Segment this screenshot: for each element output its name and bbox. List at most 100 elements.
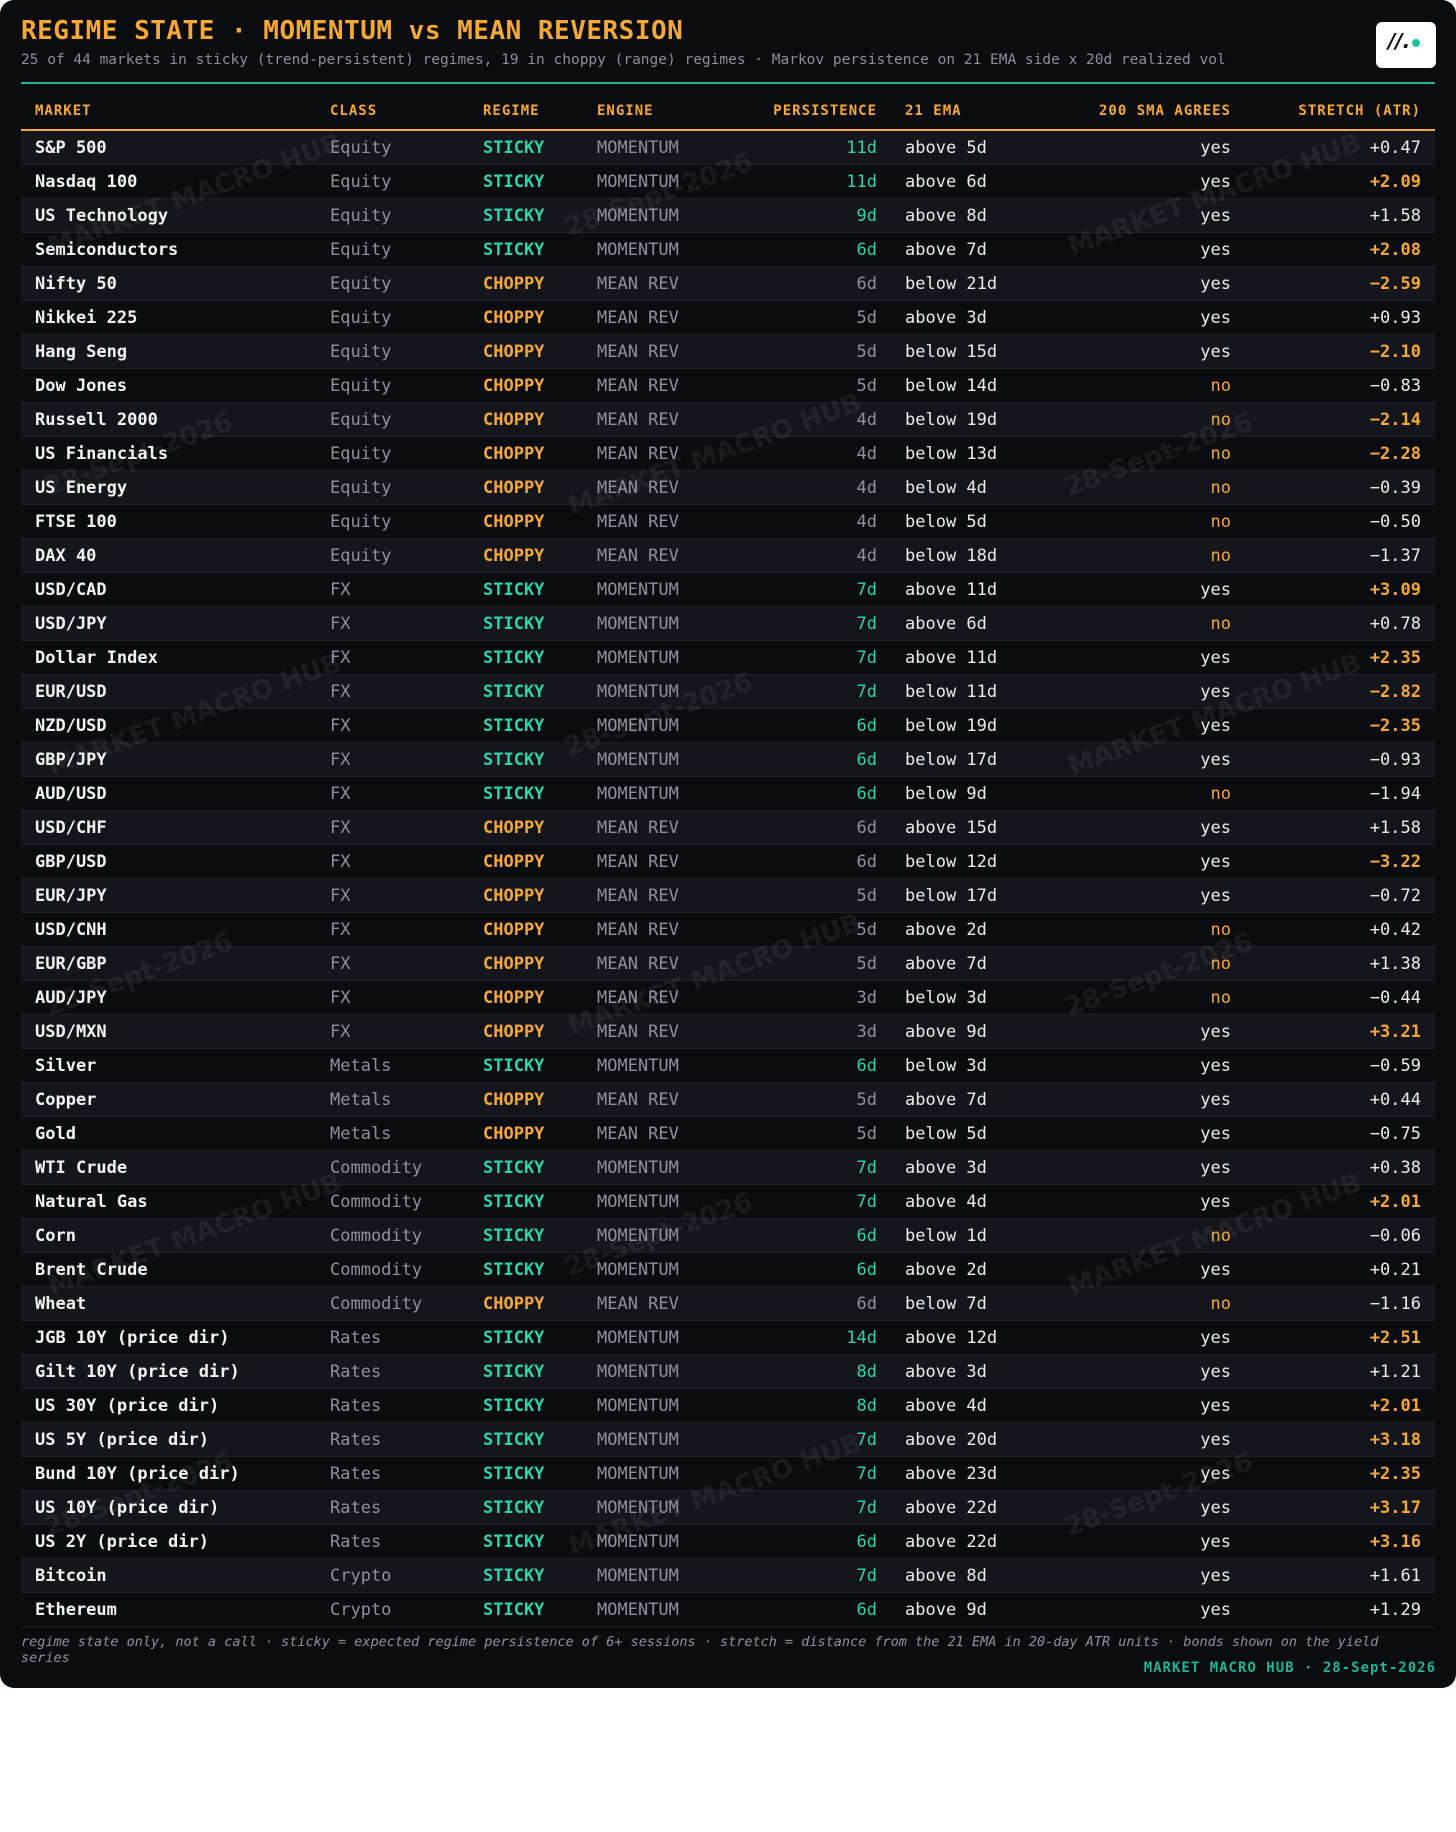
cell-persistence: 6d [856,784,877,804]
cell-regime: STICKY [483,1260,545,1280]
cell-market: EUR/USD [35,682,107,702]
cell-stretch-atr: +2.08 [1369,240,1421,260]
cell-engine: MOMENTUM [597,1532,679,1552]
cell-persistence: 3d [856,988,877,1008]
cell-engine: MEAN REV [597,410,679,430]
cell-sma200-agrees: yes [1200,138,1231,158]
cell-ema21: below 12d [905,852,998,872]
cell-engine: MOMENTUM [597,1056,679,1076]
cell-persistence: 7d [856,1430,877,1450]
cell-stretch-atr: +3.21 [1369,1022,1421,1042]
cell-market: US 5Y (price dir) [35,1430,209,1450]
cell-regime: STICKY [483,716,545,736]
cell-regime: CHOPPY [483,478,545,498]
cell-regime: STICKY [483,1430,545,1450]
cell-sma200-agrees: yes [1200,1056,1231,1076]
cell-market: Bitcoin [35,1566,107,1586]
cell-class: FX [330,852,351,872]
table-row: EUR/JPY FX CHOPPY MEAN REV 5d below 17d yes −0.… [21,879,1435,913]
cell-stretch-atr: +1.61 [1369,1566,1421,1586]
cell-stretch-atr: +0.38 [1369,1158,1421,1178]
cell-market: EUR/JPY [35,886,107,906]
cell-persistence: 6d [856,1226,877,1246]
cell-class: Commodity [330,1260,423,1280]
logo-dot-icon [1412,39,1420,47]
cell-class: FX [330,1022,351,1042]
cell-market: US 30Y (price dir) [35,1396,220,1416]
cell-engine: MEAN REV [597,546,679,566]
cell-ema21: above 5d [905,138,987,158]
cell-engine: MOMENTUM [597,1328,679,1348]
cell-market: US 10Y (price dir) [35,1498,220,1518]
cell-sma200-agrees: no [1210,444,1231,464]
cell-engine: MOMENTUM [597,1566,679,1586]
cell-persistence: 7d [856,1566,877,1586]
column-header-engine: ENGINE [597,103,654,119]
cell-persistence: 6d [856,852,877,872]
cell-sma200-agrees: no [1210,784,1231,804]
cell-market: Dow Jones [35,376,128,396]
cell-ema21: below 1d [905,1226,987,1246]
cell-ema21: above 7d [905,240,987,260]
cell-regime: STICKY [483,1158,545,1178]
cell-sma200-agrees: yes [1200,1158,1231,1178]
cell-ema21: below 3d [905,988,987,1008]
cell-regime: STICKY [483,1396,545,1416]
cell-market: Nikkei 225 [35,308,138,328]
cell-sma200-agrees: yes [1200,1600,1231,1620]
cell-engine: MEAN REV [597,478,679,498]
cell-stretch-atr: −0.50 [1369,512,1421,532]
cell-sma200-agrees: yes [1200,1532,1231,1552]
cell-sma200-agrees: yes [1200,1362,1231,1382]
cell-class: Commodity [330,1294,423,1314]
cell-class: Metals [330,1090,392,1110]
cell-sma200-agrees: no [1210,614,1231,634]
cell-sma200-agrees: yes [1200,1124,1231,1144]
cell-ema21: below 5d [905,1124,987,1144]
cell-regime: STICKY [483,1566,545,1586]
cell-engine: MEAN REV [597,988,679,1008]
cell-regime: STICKY [483,1362,545,1382]
cell-persistence: 6d [856,750,877,770]
table-row: Brent Crude Commodity STICKY MOMENTUM 6d abov… [21,1253,1435,1287]
cell-ema21: below 3d [905,1056,987,1076]
cell-stretch-atr: +0.21 [1369,1260,1421,1280]
cell-class: Crypto [330,1600,392,1620]
cell-stretch-atr: +1.58 [1369,206,1421,226]
cell-stretch-atr: −3.22 [1369,852,1421,872]
cell-sma200-agrees: no [1210,410,1231,430]
cell-regime: STICKY [483,1464,545,1484]
cell-engine: MEAN REV [597,920,679,940]
regime-table: MARKET CLASS REGIME ENGINE PERSISTENCE 21 EMA… [21,95,1435,1627]
cell-sma200-agrees: no [1210,1226,1231,1246]
cell-persistence: 3d [856,1022,877,1042]
cell-sma200-agrees: yes [1200,682,1231,702]
cell-ema21: above 2d [905,920,987,940]
cell-regime: CHOPPY [483,308,545,328]
table-row: Ethereum Crypto STICKY MOMENTUM 6d above 9d ye… [21,1593,1435,1627]
cell-persistence: 11d [846,172,877,192]
cell-class: Rates [330,1464,382,1484]
cell-sma200-agrees: yes [1200,206,1231,226]
cell-persistence: 14d [846,1328,877,1348]
cell-sma200-agrees: no [1210,512,1231,532]
cell-regime: STICKY [483,614,545,634]
cell-stretch-atr: −0.06 [1369,1226,1421,1246]
cell-ema21: above 8d [905,206,987,226]
cell-class: FX [330,886,351,906]
cell-market: AUD/JPY [35,988,107,1008]
cell-stretch-atr: −2.28 [1369,444,1421,464]
cell-sma200-agrees: yes [1200,750,1231,770]
cell-stretch-atr: +1.21 [1369,1362,1421,1382]
cell-ema21: below 17d [905,886,998,906]
cell-engine: MOMENTUM [597,1192,679,1212]
cell-regime: CHOPPY [483,376,545,396]
cell-sma200-agrees: yes [1200,308,1231,328]
cell-market: Dollar Index [35,648,158,668]
cell-stretch-atr: −2.10 [1369,342,1421,362]
cell-regime: CHOPPY [483,1294,545,1314]
cell-market: EUR/GBP [35,954,107,974]
cell-class: Equity [330,410,392,430]
cell-market: GBP/USD [35,852,107,872]
cell-regime: CHOPPY [483,1022,545,1042]
